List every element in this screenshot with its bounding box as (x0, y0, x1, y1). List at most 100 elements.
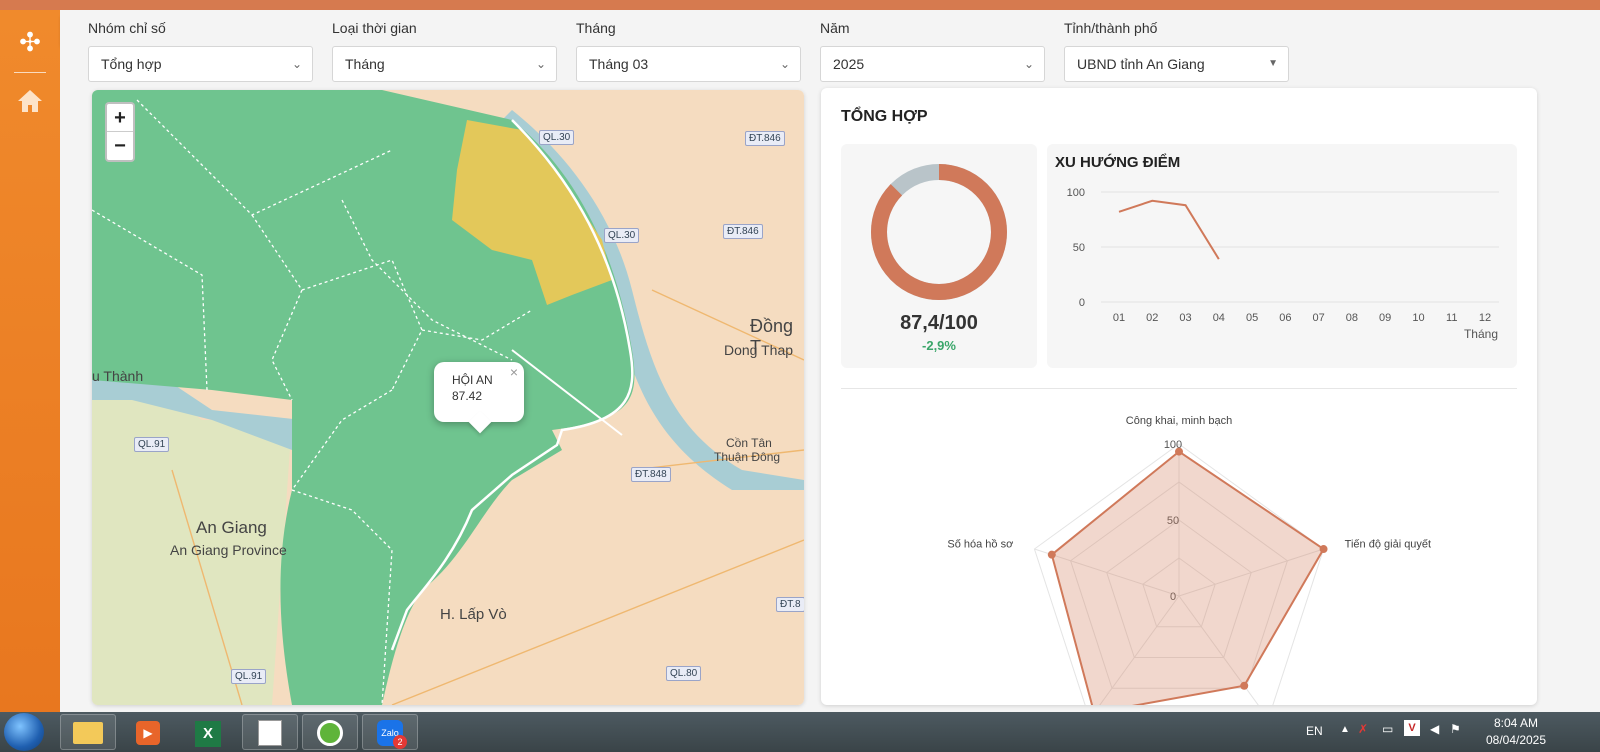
top-accent-bar (0, 0, 1600, 10)
popup-district-name: HỘI AN (452, 373, 493, 387)
map-place-label: H. Lấp Vò (440, 606, 507, 623)
clock-time[interactable]: 8:04 AM (1486, 716, 1546, 730)
trend-panel: XU HƯỚNG ĐIỂM 0 50 100 01 02 03 04 05 06 07 08 09 10… (1047, 144, 1517, 368)
x-tick-label: 04 (1213, 312, 1225, 324)
close-icon[interactable]: × (510, 364, 518, 380)
language-indicator[interactable]: EN (1306, 724, 1323, 738)
filter-index-group: Nhóm chỉ số Tổng hợp ⌄ (88, 20, 313, 82)
filter-label: Nhóm chỉ số (88, 20, 166, 36)
x-tick-label: 02 (1146, 312, 1158, 324)
select-value: Tháng 03 (589, 56, 649, 72)
radar-chart: 050100Công khai, minh bạchTiến độ giải q… (947, 415, 1431, 705)
index-group-select[interactable]: Tổng hợp ⌄ (88, 46, 313, 82)
province-select[interactable]: UBND tỉnh An Giang ▼ (1064, 46, 1289, 82)
start-button[interactable] (4, 713, 44, 751)
trend-line-chart: 0 50 100 01 02 03 04 05 06 07 08 09 10 11 12 Tháng (1067, 187, 1499, 341)
show-hidden-icons-icon[interactable]: ▲ (1340, 724, 1350, 735)
trend-series-line (1118, 199, 1220, 260)
x-tick-label: 06 (1279, 312, 1291, 324)
road-label: ĐT.8 (776, 597, 804, 612)
antivirus-icon[interactable]: V (1404, 720, 1420, 736)
radar-point (1047, 550, 1056, 559)
road-label: QL.30 (604, 228, 640, 243)
road-label: ĐT.848 (631, 467, 671, 482)
x-tick-label: 07 (1313, 312, 1325, 324)
map-place-label: u Thành (92, 368, 144, 384)
select-value: Tổng hợp (101, 56, 162, 72)
map-place-label: Cồn Tân (726, 436, 772, 450)
chevron-down-icon: ⌄ (779, 57, 790, 71)
score-donut-chart (871, 164, 1007, 300)
home-icon[interactable] (16, 88, 44, 114)
map-zoom-control: + − (105, 102, 135, 162)
media-player-icon[interactable]: ▶ (120, 714, 176, 750)
windows-taskbar: ▶ X Zalo 2 EN ▲ ✗ ▭ V ◀ ⚑ 8:04 AM 08/04/… (0, 712, 1600, 752)
month-select[interactable]: Tháng 03 ⌄ (576, 46, 801, 82)
chevron-down-icon: ⌄ (291, 57, 302, 71)
zalo-icon[interactable]: Zalo 2 (362, 714, 418, 750)
action-center-flag-icon[interactable]: ⚑ (1450, 722, 1461, 736)
x-tick-label: 01 (1113, 312, 1125, 324)
sidebar-divider (14, 72, 46, 73)
filter-time-type: Loại thời gian Tháng ⌄ (332, 20, 557, 82)
zoom-out-button[interactable]: − (107, 132, 133, 160)
road-label: ĐT.846 (723, 224, 763, 239)
x-tick-label: 05 (1246, 312, 1258, 324)
total-score: 87,4/100 (900, 312, 978, 334)
radar-point (1175, 447, 1183, 456)
x-tick-label: 10 (1412, 312, 1424, 324)
radar-axis-label: Tiến độ giải quyết (1345, 538, 1431, 550)
chevron-down-icon: ⌄ (535, 57, 546, 71)
filter-label: Loại thời gian (332, 20, 417, 36)
clock-date[interactable]: 08/04/2025 (1480, 733, 1552, 747)
road-label: QL.91 (231, 669, 267, 684)
radar-series-area (1050, 450, 1325, 705)
year-select[interactable]: 2025 ⌄ (820, 46, 1045, 82)
network-error-icon[interactable]: ✗ (1358, 722, 1368, 736)
x-tick-label: 09 (1379, 312, 1391, 324)
select-value: Tháng (345, 56, 385, 72)
zoom-in-button[interactable]: + (107, 104, 133, 132)
summary-panel: TỔNG HỢP 87,4/100 -2,9% XU HƯỚNG ĐIỂM 05… (821, 88, 1537, 705)
map-popup: × HỘI AN 87.42 (434, 362, 524, 434)
select-value: 2025 (833, 56, 865, 72)
excel-icon[interactable]: X (180, 714, 236, 750)
zalo-badge: 2 (393, 735, 407, 749)
road-label: QL.30 (539, 130, 575, 145)
chevron-down-icon: ⌄ (1023, 57, 1034, 71)
filter-label: Tháng (576, 20, 616, 36)
time-type-select[interactable]: Tháng ⌄ (332, 46, 557, 82)
sidebar: ✣ (0, 10, 60, 712)
x-axis-label: Tháng (1464, 327, 1498, 341)
sticky-notes-icon[interactable] (242, 714, 298, 750)
battery-icon[interactable]: ▭ (1382, 722, 1393, 736)
map-place-label: Thuận Đông (714, 450, 781, 464)
road-label: ĐT.846 (745, 131, 785, 146)
volume-icon[interactable]: ◀ (1430, 722, 1439, 736)
summary-title: TỔNG HỢP (841, 108, 928, 125)
map-place-label: Dong Thap (724, 342, 794, 358)
road-label: QL.91 (134, 437, 170, 452)
y-tick-label: 100 (1067, 187, 1085, 199)
score-change: -2,9% (922, 338, 956, 353)
filter-year: Năm 2025 ⌄ (820, 20, 1045, 82)
y-tick-label: 50 (1073, 242, 1085, 254)
app-logo-icon[interactable]: ✣ (14, 26, 46, 58)
filter-label: Năm (820, 20, 850, 36)
road-label: QL.80 (666, 666, 702, 681)
radar-axis-label: Công khai, minh bạch (1126, 415, 1232, 427)
filter-month: Tháng Tháng 03 ⌄ (576, 20, 801, 82)
y-tick-label: 0 (1079, 297, 1085, 309)
x-tick-label: 12 (1479, 312, 1491, 324)
caret-down-icon: ▼ (1268, 58, 1278, 69)
filter-label: Tỉnh/thành phố (1064, 20, 1158, 36)
radar-axis-label: Số hóa hồ sơ (947, 538, 1013, 550)
popup-district-value: 87.42 (452, 389, 483, 403)
file-explorer-icon[interactable] (60, 714, 116, 750)
coccoc-browser-icon[interactable] (302, 714, 358, 750)
radar-point (1319, 545, 1328, 554)
map-panel[interactable]: Đồng T Dong Thap An Giang An Giang Provi… (92, 90, 804, 705)
select-value: UBND tỉnh An Giang (1077, 56, 1205, 72)
radar-point (1240, 681, 1249, 690)
filter-province: Tỉnh/thành phố UBND tỉnh An Giang ▼ (1064, 20, 1289, 82)
